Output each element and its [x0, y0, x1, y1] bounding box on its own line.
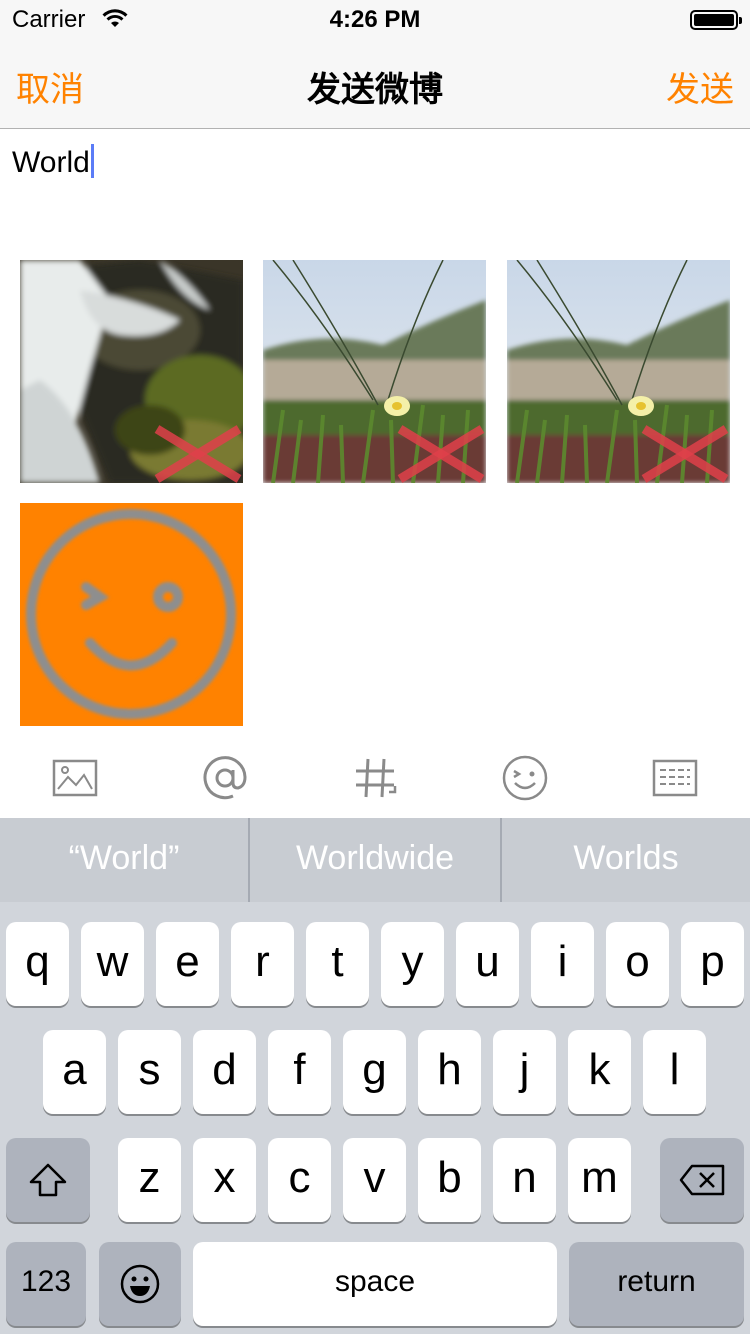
- emoji-face-icon: [120, 1264, 160, 1304]
- hashtag-icon: [356, 758, 397, 798]
- return-key[interactable]: return: [569, 1242, 744, 1326]
- picture-icon: [52, 759, 98, 797]
- numbers-key[interactable]: 123: [6, 1242, 86, 1326]
- keyboard: q w e r t y u i o p a s d f g h j k l z …: [0, 902, 750, 1334]
- hashtag-button[interactable]: [347, 750, 403, 806]
- key-p[interactable]: p: [681, 922, 744, 1006]
- emoticon-button[interactable]: [497, 750, 553, 806]
- key-i[interactable]: i: [531, 922, 594, 1006]
- key-f[interactable]: f: [268, 1030, 331, 1114]
- key-l[interactable]: l: [643, 1030, 706, 1114]
- mention-icon: [203, 756, 247, 800]
- compose-text: World: [12, 146, 90, 179]
- emoticon-icon: [502, 755, 548, 801]
- text-cursor: [90, 144, 94, 178]
- key-u[interactable]: u: [456, 922, 519, 1006]
- delete-key[interactable]: [660, 1138, 744, 1222]
- key-w[interactable]: w: [81, 922, 144, 1006]
- key-k[interactable]: k: [568, 1030, 631, 1114]
- key-r[interactable]: r: [231, 922, 294, 1006]
- suggestion-item[interactable]: Worldwide: [250, 818, 500, 902]
- key-o[interactable]: o: [606, 922, 669, 1006]
- key-d[interactable]: d: [193, 1030, 256, 1114]
- shift-icon: [29, 1163, 67, 1197]
- keyboard-toggle-button[interactable]: [647, 750, 703, 806]
- delete-photo-icon: [641, 425, 729, 483]
- delete-photo-icon: [397, 425, 485, 483]
- key-c[interactable]: c: [268, 1138, 331, 1222]
- add-photo-emoji-button[interactable]: [20, 503, 243, 726]
- key-n[interactable]: n: [493, 1138, 556, 1222]
- key-j[interactable]: j: [493, 1030, 556, 1114]
- shift-key[interactable]: [6, 1138, 90, 1222]
- picture-button[interactable]: [47, 750, 103, 806]
- backspace-icon: [679, 1164, 725, 1196]
- battery-icon: [690, 10, 742, 30]
- page-title: 发送微博: [307, 71, 443, 109]
- emoji-key[interactable]: [99, 1242, 181, 1326]
- key-x[interactable]: x: [193, 1138, 256, 1222]
- key-q[interactable]: q: [6, 922, 69, 1006]
- suggestion-item[interactable]: Worlds: [502, 818, 750, 902]
- key-g[interactable]: g: [343, 1030, 406, 1114]
- key-b[interactable]: b: [418, 1138, 481, 1222]
- autocorrect-suggestions: “World” Worldwide Worlds: [0, 818, 750, 902]
- compose-text-view[interactable]: World: [12, 144, 94, 180]
- photo-thumbnail-waterfall[interactable]: [20, 260, 243, 483]
- key-e[interactable]: e: [156, 922, 219, 1006]
- navigation-bar: 取消 发送微博 发送: [0, 40, 750, 129]
- keyboard-icon: [652, 759, 698, 797]
- key-h[interactable]: h: [418, 1030, 481, 1114]
- space-key[interactable]: space: [193, 1242, 557, 1326]
- key-m[interactable]: m: [568, 1138, 631, 1222]
- key-v[interactable]: v: [343, 1138, 406, 1222]
- photo-thumbnail-flower-2[interactable]: [507, 260, 730, 483]
- key-s[interactable]: s: [118, 1030, 181, 1114]
- key-y[interactable]: y: [381, 922, 444, 1006]
- send-button[interactable]: 发送: [666, 62, 734, 111]
- key-z[interactable]: z: [118, 1138, 181, 1222]
- key-t[interactable]: t: [306, 922, 369, 1006]
- photo-thumbnail-flower[interactable]: [263, 260, 486, 483]
- status-bar: Carrier 4:26 PM: [0, 0, 750, 40]
- mention-button[interactable]: [197, 750, 253, 806]
- compose-toolbar: [0, 738, 750, 818]
- delete-photo-icon: [154, 425, 242, 483]
- key-a[interactable]: a: [43, 1030, 106, 1114]
- clock: 4:26 PM: [329, 6, 421, 33]
- suggestion-item[interactable]: “World”: [0, 818, 248, 902]
